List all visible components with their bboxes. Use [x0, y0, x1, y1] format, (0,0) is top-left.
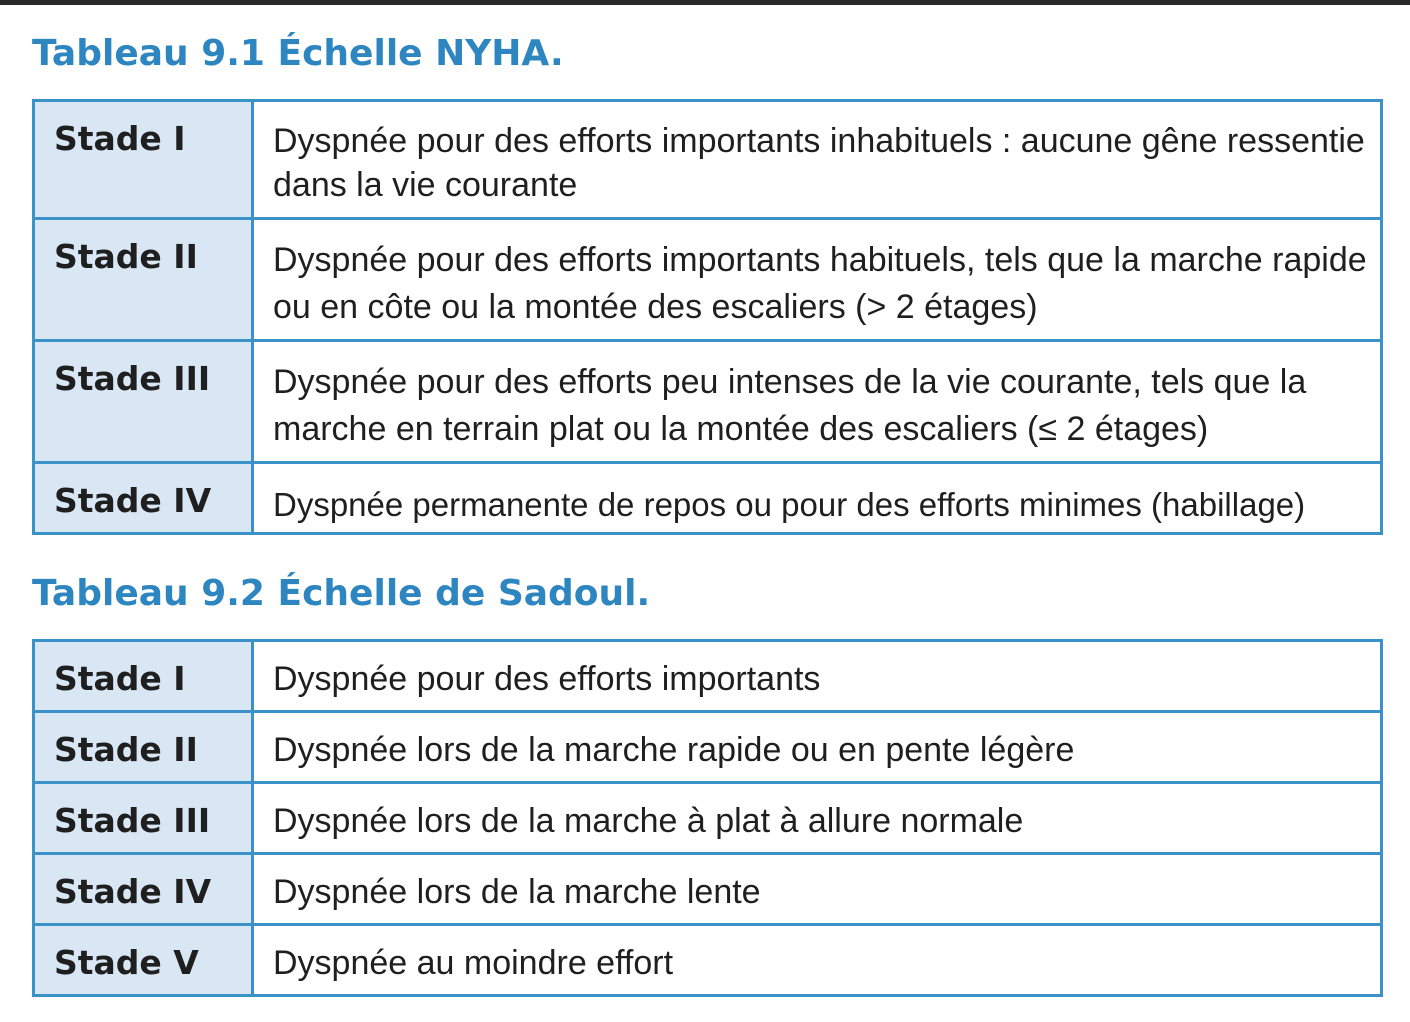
sadoul-stage-description: Dyspnée lors de la marche rapide ou en p… [251, 710, 1383, 784]
nyha-stage-label: Stade II [32, 217, 254, 342]
nyha-stage-description: Dyspnée permanente de repos ou pour des … [251, 461, 1383, 535]
nyha-stage-description: Dyspnée pour des efforts peu intenses de… [251, 339, 1383, 464]
nyha-stage-description: Dyspnée pour des efforts importants habi… [251, 217, 1383, 342]
sadoul-table: Stade I Dyspnée pour des efforts importa… [32, 639, 1383, 997]
sadoul-stage-description: Dyspnée au moindre effort [251, 923, 1383, 997]
nyha-row-stage-4: Stade IV Dyspnée permanente de repos ou … [32, 461, 1383, 535]
sadoul-stage-label: Stade III [32, 781, 254, 855]
sadoul-stage-label: Stade I [32, 639, 254, 713]
nyha-table-caption: Tableau 9.1 Échelle NYHA. [32, 33, 564, 74]
nyha-row-stage-3: Stade III Dyspnée pour des efforts peu i… [32, 339, 1383, 464]
sadoul-stage-label: Stade II [32, 710, 254, 784]
sadoul-stage-description: Dyspnée pour des efforts importants [251, 639, 1383, 713]
sadoul-table-caption: Tableau 9.2 Échelle de Sadoul. [32, 573, 651, 614]
sadoul-stage-description: Dyspnée lors de la marche à plat à allur… [251, 781, 1383, 855]
nyha-stage-description: Dyspnée pour des efforts importants inha… [251, 99, 1383, 220]
sadoul-row-stage-2: Stade II Dyspnée lors de la marche rapid… [32, 710, 1383, 784]
sadoul-stage-label: Stade IV [32, 852, 254, 926]
nyha-row-stage-1: Stade I Dyspnée pour des efforts importa… [32, 99, 1383, 220]
nyha-stage-label: Stade III [32, 339, 254, 464]
top-border-bar [0, 0, 1410, 5]
nyha-stage-label: Stade IV [32, 461, 254, 535]
sadoul-row-stage-5: Stade V Dyspnée au moindre effort [32, 923, 1383, 997]
nyha-table: Stade I Dyspnée pour des efforts importa… [32, 99, 1383, 535]
nyha-stage-label: Stade I [32, 99, 254, 220]
sadoul-row-stage-1: Stade I Dyspnée pour des efforts importa… [32, 639, 1383, 713]
sadoul-row-stage-4: Stade IV Dyspnée lors de la marche lente [32, 852, 1383, 926]
sadoul-row-stage-3: Stade III Dyspnée lors de la marche à pl… [32, 781, 1383, 855]
sadoul-stage-label: Stade V [32, 923, 254, 997]
sadoul-stage-description: Dyspnée lors de la marche lente [251, 852, 1383, 926]
nyha-row-stage-2: Stade II Dyspnée pour des efforts import… [32, 217, 1383, 342]
